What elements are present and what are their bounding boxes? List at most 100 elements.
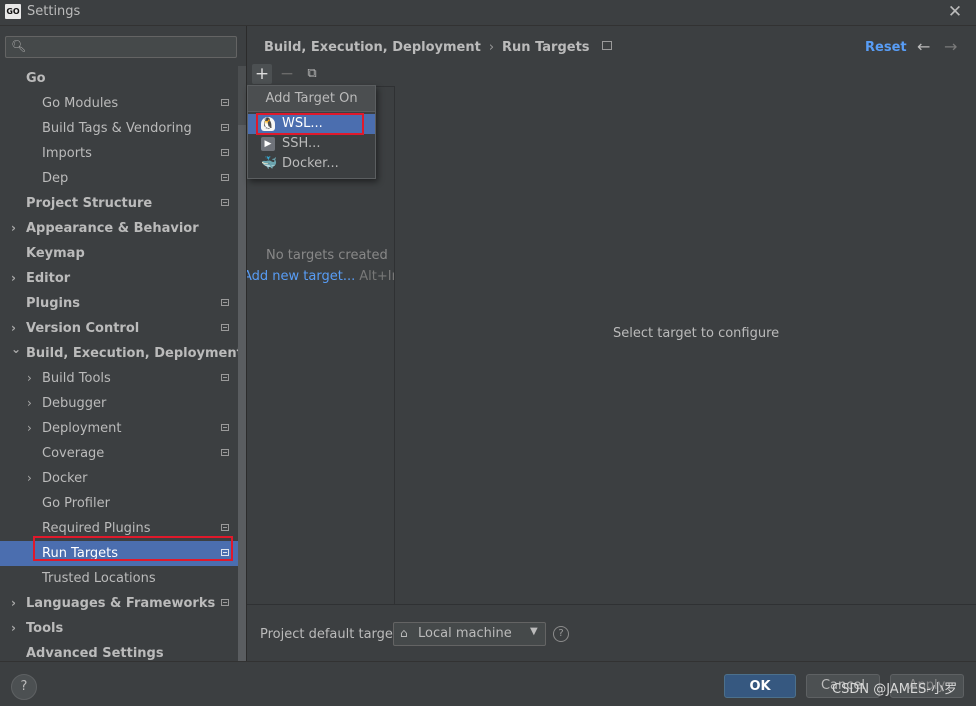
- project-settings-icon: [221, 99, 229, 106]
- sidebar-item-label: Languages & Frameworks: [26, 596, 216, 611]
- popup-header: Add Target On: [248, 86, 375, 112]
- sidebar-item-label: Appearance & Behavior: [26, 221, 199, 236]
- sidebar-scrollbar-thumb[interactable]: [238, 125, 246, 661]
- search-icon: 🔍︎: [11, 39, 27, 53]
- project-settings-icon: [221, 149, 229, 156]
- sidebar-item-label: Coverage: [42, 446, 105, 461]
- title-bar: [0, 0, 976, 26]
- sidebar-item-label: Project Structure: [26, 196, 153, 211]
- help-button[interactable]: ?: [11, 674, 37, 700]
- goland-logo-icon: GO: [5, 4, 21, 19]
- run-targets-highlight-outline: [33, 536, 233, 561]
- question-help-icon[interactable]: ?: [553, 626, 569, 642]
- sidebar-item[interactable]: Trusted Locations: [0, 566, 238, 591]
- sidebar-item[interactable]: › Deployment: [0, 416, 238, 441]
- sidebar-item[interactable]: ⌄ Build, Execution, Deployment: [0, 341, 243, 366]
- breadcrumb: Build, Execution, Deployment › Run Targets: [264, 40, 612, 55]
- project-settings-icon: [601, 41, 612, 50]
- chevron-right-icon[interactable]: ›: [11, 216, 16, 241]
- sidebar-item-label: Plugins: [26, 296, 80, 311]
- project-settings-icon: [221, 374, 229, 381]
- project-settings-icon: [221, 424, 229, 431]
- sidebar-item[interactable]: › Docker: [0, 466, 238, 491]
- window-title: Settings: [27, 4, 81, 19]
- ssh-terminal-icon: ▶: [261, 137, 275, 151]
- sidebar-item[interactable]: Build Tags & Vendoring: [0, 116, 238, 141]
- default-target-dropdown[interactable]: ⌂ Local machine ▼: [393, 622, 546, 646]
- chevron-right-icon[interactable]: ›: [11, 266, 16, 291]
- project-settings-icon: [221, 524, 229, 531]
- breadcrumb-separator: ›: [488, 40, 495, 55]
- sidebar-item-label: Dep: [42, 171, 69, 186]
- sidebar-item[interactable]: Go Modules: [0, 91, 238, 116]
- sidebar-item-label: Keymap: [26, 246, 85, 261]
- chevron-down-icon: ▼: [530, 626, 538, 637]
- project-settings-icon: [221, 449, 229, 456]
- sidebar-item[interactable]: › Debugger: [0, 391, 238, 416]
- wsl-highlight-outline: [256, 113, 364, 135]
- sidebar-item[interactable]: Keymap: [0, 241, 238, 266]
- sidebar-item-label: Go: [26, 71, 46, 86]
- breadcrumb-current: Run Targets: [502, 40, 590, 55]
- sidebar-item-label: Go Modules: [42, 96, 119, 111]
- ok-button[interactable]: OK: [724, 674, 796, 698]
- sidebar-item[interactable]: Plugins: [0, 291, 238, 316]
- breadcrumb-parent[interactable]: Build, Execution, Deployment: [264, 40, 481, 55]
- add-target-button[interactable]: +: [252, 64, 272, 84]
- sidebar-item[interactable]: Dep: [0, 166, 238, 191]
- close-icon[interactable]: ✕: [946, 2, 964, 22]
- search-input[interactable]: [28, 38, 237, 58]
- select-target-hint: Select target to configure: [613, 326, 780, 341]
- add-target-row: Add new target... Alt+Insert: [247, 269, 394, 284]
- chevron-right-icon[interactable]: ›: [27, 466, 32, 491]
- project-settings-icon: [221, 599, 229, 606]
- chevron-down-icon[interactable]: ⌄: [11, 337, 21, 362]
- sidebar-item[interactable]: › Build Tools: [0, 366, 238, 391]
- add-new-target-link[interactable]: Add new target...: [247, 269, 355, 284]
- sidebar-item-label: Go Profiler: [42, 496, 110, 511]
- default-target-label: Project default target:: [260, 627, 403, 642]
- sidebar-item[interactable]: › Version Control: [0, 316, 238, 341]
- reset-link[interactable]: Reset: [865, 40, 907, 55]
- csdn-watermark: CSDN @JAMES-小罗: [832, 682, 958, 697]
- copy-target-button[interactable]: ⧉: [304, 64, 320, 84]
- sidebar-item-label: Deployment: [42, 421, 122, 436]
- sidebar-item-label: Build, Execution, Deployment: [26, 346, 243, 361]
- popup-item[interactable]: 🐳 Docker...: [248, 154, 375, 174]
- search-field[interactable]: 🔍︎: [5, 36, 237, 58]
- sidebar-item[interactable]: Project Structure: [0, 191, 238, 216]
- sidebar-item-label: Editor: [26, 271, 71, 286]
- sidebar-item[interactable]: › Editor: [0, 266, 238, 291]
- back-arrow-icon[interactable]: ←: [917, 37, 930, 56]
- project-settings-icon: [221, 299, 229, 306]
- settings-tree: Go Go Modules Build Tags & Vendoring Import…: [0, 66, 246, 666]
- popup-item-label: Docker...: [282, 156, 339, 171]
- sidebar-item[interactable]: › Appearance & Behavior: [0, 216, 238, 241]
- chevron-right-icon[interactable]: ›: [27, 416, 32, 441]
- popup-item-label: SSH...: [282, 136, 321, 151]
- popup-item[interactable]: ▶ SSH...: [248, 134, 375, 154]
- project-settings-icon: [221, 324, 229, 331]
- project-settings-icon: [221, 199, 229, 206]
- sidebar-item-label: Trusted Locations: [42, 571, 156, 586]
- add-target-shortcut: Alt+Insert: [359, 269, 394, 284]
- no-targets-text: No targets created: [266, 248, 388, 263]
- project-settings-icon: [221, 174, 229, 181]
- sidebar-item-label: Version Control: [26, 321, 140, 336]
- sidebar-item[interactable]: Coverage: [0, 441, 238, 466]
- sidebar-item[interactable]: › Tools: [0, 616, 238, 641]
- chevron-right-icon[interactable]: ›: [27, 391, 32, 416]
- sidebar-item-label: Tools: [26, 621, 64, 636]
- sidebar-item[interactable]: Imports: [0, 141, 238, 166]
- sidebar-item[interactable]: Go: [0, 66, 238, 91]
- sidebar-item-label: Debugger: [42, 396, 107, 411]
- remove-target-button: −: [279, 64, 295, 84]
- project-settings-icon: [221, 124, 229, 131]
- sidebar-item[interactable]: Go Profiler: [0, 491, 238, 516]
- settings-sidebar: Go Go Modules Build Tags & Vendoring Import…: [0, 26, 246, 661]
- sidebar-item[interactable]: › Languages & Frameworks: [0, 591, 238, 616]
- sidebar-item-label: Build Tags & Vendoring: [42, 121, 192, 136]
- chevron-right-icon[interactable]: ›: [11, 616, 16, 641]
- chevron-right-icon[interactable]: ›: [27, 366, 32, 391]
- chevron-right-icon[interactable]: ›: [11, 591, 16, 616]
